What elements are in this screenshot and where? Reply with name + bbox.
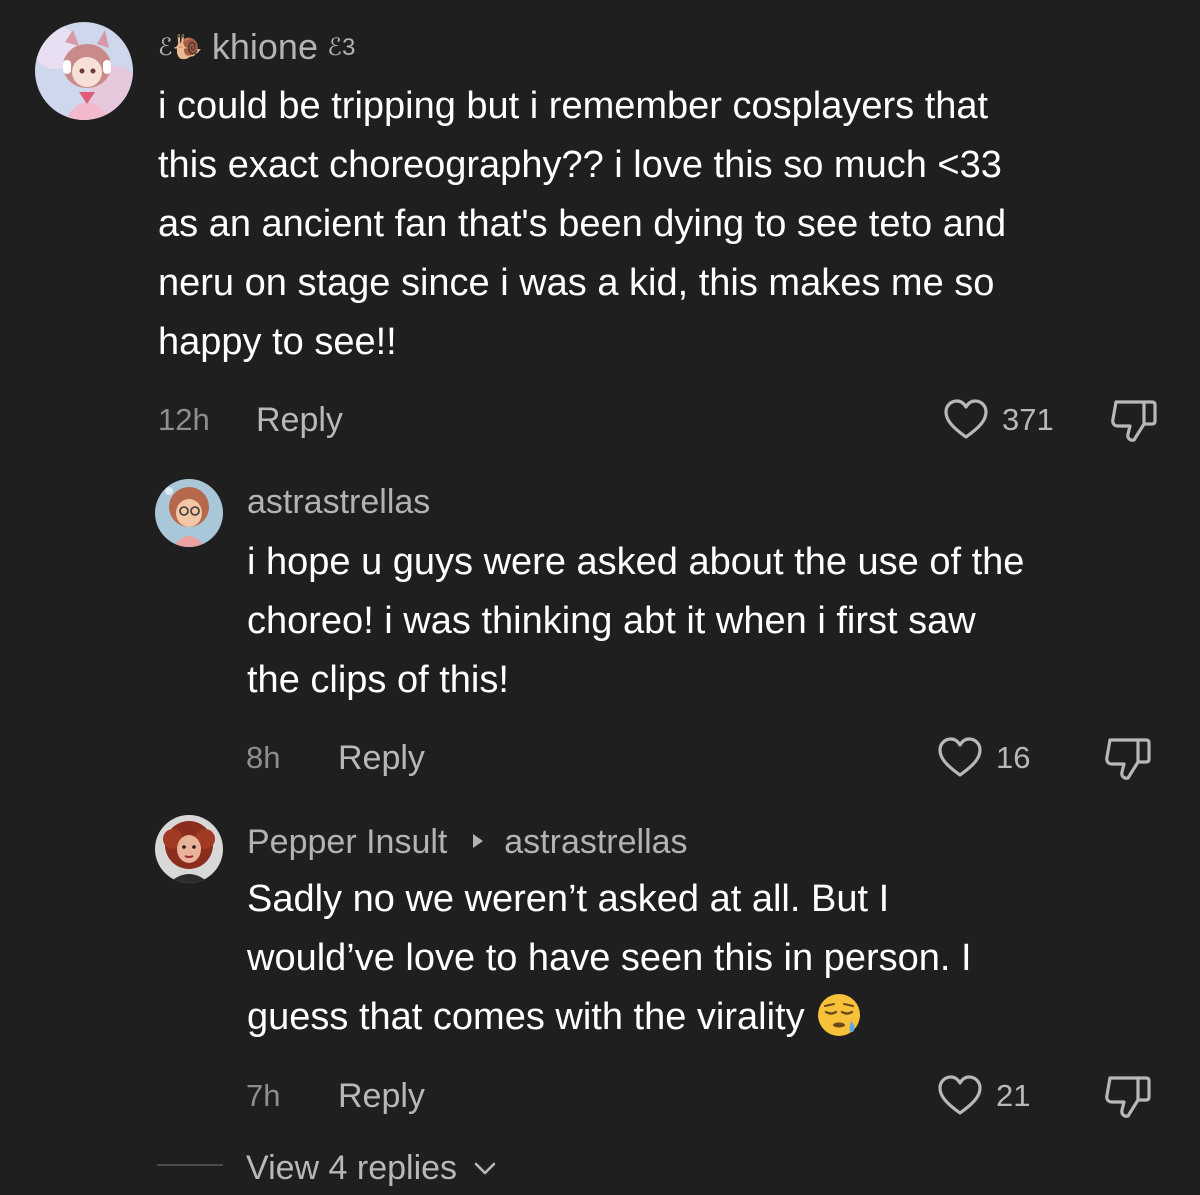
like-count: 371: [1002, 402, 1054, 437]
view-replies-label: View 4 replies: [246, 1149, 458, 1187]
comment-line: i hope u guys were asked about the use o…: [247, 541, 1025, 583]
reply-to-username[interactable]: astrastrellas: [504, 823, 687, 861]
comment-username[interactable]: astrastrellas: [247, 482, 430, 522]
like-count: 21: [996, 1078, 1031, 1113]
comment-line: choreo! i was thinking abt it when i fir…: [247, 600, 976, 642]
heart-icon: [938, 737, 982, 777]
dislike-button[interactable]: [1102, 1074, 1152, 1120]
heart-icon: [938, 1075, 982, 1115]
comment-timestamp: 8h: [246, 740, 281, 775]
dislike-button[interactable]: [1102, 736, 1152, 782]
dislike-button[interactable]: [1108, 398, 1158, 444]
avatar-khione[interactable]: [35, 22, 133, 120]
comment-username-row: ℰ🐌 khione ℰ3: [158, 27, 355, 68]
comment-line: happy to see!!: [158, 321, 397, 363]
comment-text: Sadly no we weren’t asked at all. But I …: [247, 870, 1177, 1047]
thumbs-down-icon: [1105, 1076, 1151, 1118]
comment-timestamp: 12h: [158, 402, 210, 437]
replies-divider: [157, 1164, 223, 1166]
heart-icon: [944, 399, 988, 439]
comment-username-row: Pepper Insult astrastrellas: [247, 819, 688, 862]
avatar-astrastrellas[interactable]: [155, 479, 223, 547]
username-suffix-decoration: ℰ3: [327, 34, 356, 61]
comment-line: guess that comes with the virality: [247, 988, 1177, 1047]
comment-timestamp: 7h: [246, 1078, 281, 1113]
comment-line: i could be tripping but i remember cospl…: [158, 85, 989, 127]
comment-username[interactable]: khione: [212, 26, 318, 67]
comment-line: neru on stage since i was a kid, this ma…: [158, 262, 995, 304]
comment-username[interactable]: Pepper Insult: [247, 823, 447, 861]
thumbs-down-icon: [1111, 400, 1157, 442]
username-prefix-decoration: ℰ🐌: [158, 34, 203, 61]
reply-button[interactable]: Reply: [338, 1076, 425, 1116]
like-button[interactable]: [942, 396, 990, 444]
comment-line: would’ve love to have seen this in perso…: [247, 937, 972, 979]
reply-button[interactable]: Reply: [338, 738, 425, 778]
thumbs-down-icon: [1105, 738, 1151, 780]
chevron-down-icon: [473, 1146, 497, 1186]
comment-line-text: guess that comes with the virality: [247, 996, 805, 1038]
avatar-pepper-insult[interactable]: [155, 815, 223, 883]
like-button[interactable]: [936, 734, 984, 782]
reply-button[interactable]: Reply: [256, 400, 343, 440]
like-count: 16: [996, 740, 1031, 775]
like-button[interactable]: [936, 1072, 984, 1120]
reply-arrow-icon: [471, 819, 485, 859]
comment-line: this exact choreography?? i love this so…: [158, 144, 1002, 186]
view-replies-button[interactable]: View 4 replies: [246, 1146, 497, 1188]
comment-line: as an ancient fan that's been dying to s…: [158, 203, 1007, 245]
comment-line: Sadly no we weren’t asked at all. But I: [247, 878, 890, 920]
comment-text: i hope u guys were asked about the use o…: [247, 533, 1177, 710]
comment-text: i could be tripping but i remember cospl…: [158, 77, 1168, 372]
sleepy-face-emoji: [815, 991, 863, 1039]
comment-line: the clips of this!: [247, 659, 509, 701]
